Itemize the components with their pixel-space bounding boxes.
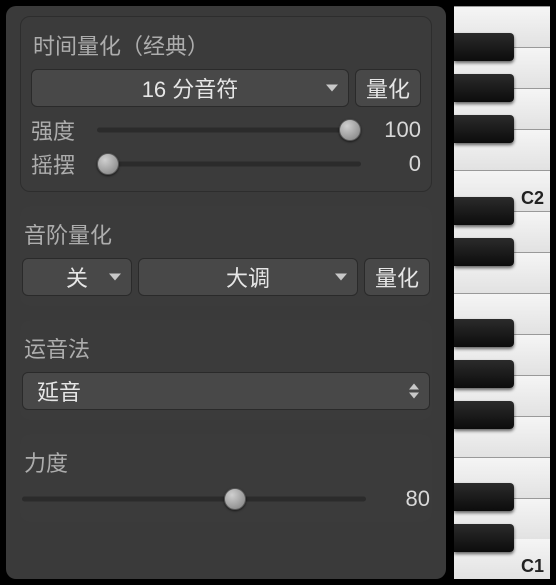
- swing-slider[interactable]: [97, 152, 361, 176]
- strength-knob[interactable]: [339, 119, 361, 141]
- time-quantize-title: 时间量化（经典）: [33, 29, 419, 61]
- chevron-down-icon: [326, 85, 338, 92]
- strength-value: 100: [371, 117, 421, 143]
- swing-value: 0: [371, 151, 421, 177]
- scale-type-value: 大调: [226, 261, 270, 293]
- updown-icon: [409, 384, 419, 399]
- piano-black-key[interactable]: [454, 33, 514, 61]
- scale-root-value: 关: [66, 261, 88, 293]
- piano-black-key[interactable]: [454, 319, 514, 347]
- piano-black-key[interactable]: [454, 74, 514, 102]
- time-quantize-row: 16 分音符 量化: [31, 69, 421, 107]
- velocity-section: 力度 80: [20, 434, 432, 522]
- scale-type-dropdown[interactable]: 大调: [138, 258, 358, 296]
- strength-label: 强度: [31, 114, 87, 146]
- chevron-down-icon: [109, 274, 121, 281]
- articulation-dropdown[interactable]: 延音: [22, 372, 430, 410]
- articulation-value: 延音: [37, 375, 81, 407]
- root: 时间量化（经典） 16 分音符 量化 强度 100 摇: [0, 0, 556, 585]
- swing-row: 摇摆 0: [31, 147, 421, 181]
- articulation-title: 运音法: [24, 332, 428, 364]
- time-quantize-section: 时间量化（经典） 16 分音符 量化 强度 100 摇: [20, 16, 432, 192]
- velocity-row: 80: [22, 486, 430, 512]
- piano-black-key[interactable]: [454, 238, 514, 266]
- scale-root-dropdown[interactable]: 关: [22, 258, 132, 296]
- time-quantize-resolution-dropdown[interactable]: 16 分音符: [31, 69, 349, 107]
- scale-quantize-row: 关 大调 量化: [22, 258, 430, 296]
- scale-quantize-title: 音阶量化: [24, 218, 428, 250]
- piano-black-key[interactable]: [454, 197, 514, 225]
- scale-quantize-button[interactable]: 量化: [364, 258, 430, 296]
- time-quantize-button[interactable]: 量化: [355, 69, 421, 107]
- strength-row: 强度 100: [31, 113, 421, 147]
- inspector-panel: 时间量化（经典） 16 分音符 量化 强度 100 摇: [6, 6, 446, 579]
- swing-label: 摇摆: [31, 148, 87, 180]
- velocity-knob[interactable]: [224, 488, 246, 510]
- velocity-value: 80: [380, 486, 430, 512]
- piano-black-key[interactable]: [454, 401, 514, 429]
- time-quantize-resolution-value: 16 分音符: [142, 72, 239, 104]
- piano-black-key[interactable]: [454, 115, 514, 143]
- articulation-section: 运音法 延音: [20, 320, 432, 420]
- piano-black-key[interactable]: [454, 360, 514, 388]
- piano-keyboard[interactable]: C1C2: [454, 6, 550, 579]
- scale-quantize-section: 音阶量化 关 大调 量化: [20, 206, 432, 306]
- piano-black-key[interactable]: [454, 483, 514, 511]
- piano-black-key[interactable]: [454, 524, 514, 552]
- chevron-down-icon: [335, 274, 347, 281]
- velocity-slider[interactable]: [22, 487, 366, 511]
- swing-knob[interactable]: [97, 153, 119, 175]
- strength-slider[interactable]: [97, 118, 361, 142]
- velocity-title: 力度: [24, 446, 428, 478]
